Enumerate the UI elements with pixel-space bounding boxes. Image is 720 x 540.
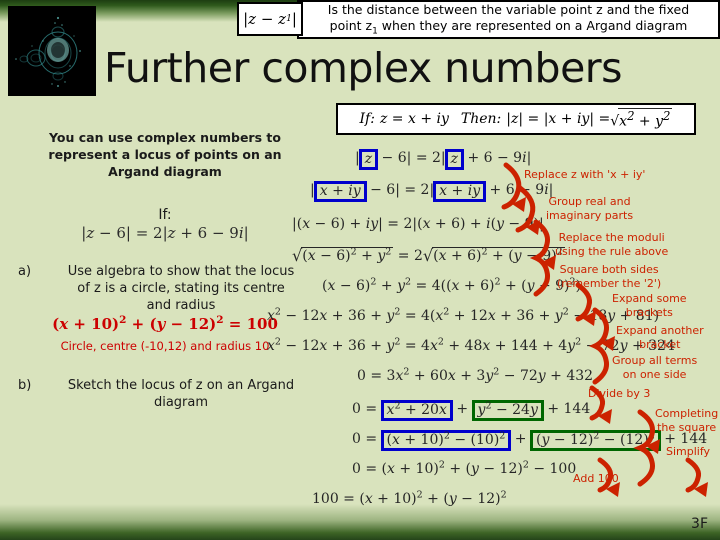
modulus-rule-box: If: z = x + iy Then: |z| = |x + iy| = √x… (336, 103, 696, 135)
annotation-note7-line1: Group all terms (612, 354, 698, 367)
annotation-note2-line2: imaginary parts (546, 208, 634, 222)
definition-line-2a: point z (329, 17, 373, 33)
annotation-note2-line1: Group real and (548, 195, 631, 208)
annotation-note5-line2: brackets (625, 305, 673, 319)
annotation-note9-line2: the square (657, 420, 717, 434)
annotation-note5: Expand some brackets (612, 292, 687, 320)
page-number: 3F (691, 516, 708, 532)
annotation-note9: Completing the square (655, 407, 718, 435)
annotation-note4-line1: Square both sides (559, 263, 659, 276)
annotation-note3-line1: Replace the moduli (558, 231, 665, 244)
rule-then-expression: |z| = |x + iy| = (506, 111, 611, 127)
annotation-note7-line2: on one side (622, 367, 687, 381)
annotation-note6-line1: Expand another (616, 324, 704, 337)
annotation-note11-line1: Add 100 (573, 472, 619, 485)
annotation-note1: Replace z with 'x + iy' (524, 168, 645, 182)
definition-line-1: Is the distance between the variable poi… (327, 1, 690, 17)
annotation-note10-line1: Simplify (666, 445, 711, 458)
modulus-label-text: |z − z (243, 10, 287, 28)
slide-canvas: |z − z 1 | Is the distance between the var… (0, 0, 720, 540)
annotation-note11: Add 100 (573, 472, 619, 486)
annotation-note3: Replace the moduli using the rule above (555, 231, 668, 259)
annotation-note8: Divide by 3 (588, 387, 650, 401)
annotation-note8-line1: Divide by 3 (588, 387, 651, 400)
rule-if-label: If: (359, 111, 375, 127)
modulus-label-tail: | (291, 10, 297, 28)
annotation-note2: Group real and imaginary parts (546, 195, 633, 223)
annotation-note6-line2: bracket (639, 337, 681, 351)
annotation-note3-line2: using the rule above (555, 244, 669, 258)
modulus-definition-text: Is the distance between the variable poi… (297, 0, 720, 39)
annotation-note7: Group all terms on one side (612, 354, 697, 382)
annotation-note4: Square both sides (remember the '2') (557, 263, 661, 291)
definition-line-2b: when they are represented on a Argand di… (377, 17, 688, 33)
rule-then-label: Then: (460, 111, 502, 127)
annotation-note1-line1: Replace z with 'x + iy' (524, 168, 646, 181)
annotation-note9-line1: Completing (655, 407, 719, 420)
annotation-note4-line2: (remember the '2') (557, 276, 662, 290)
annotation-note10: Simplify (666, 445, 710, 459)
annotation-note6: Expand another bracket (616, 324, 704, 352)
annotation-note5-line1: Expand some (612, 292, 687, 305)
rule-if-expression: z = x + iy (379, 111, 449, 127)
rule-radical: √x2 + y2 (610, 108, 673, 130)
modulus-definition-label: |z − z 1 | (237, 2, 303, 36)
